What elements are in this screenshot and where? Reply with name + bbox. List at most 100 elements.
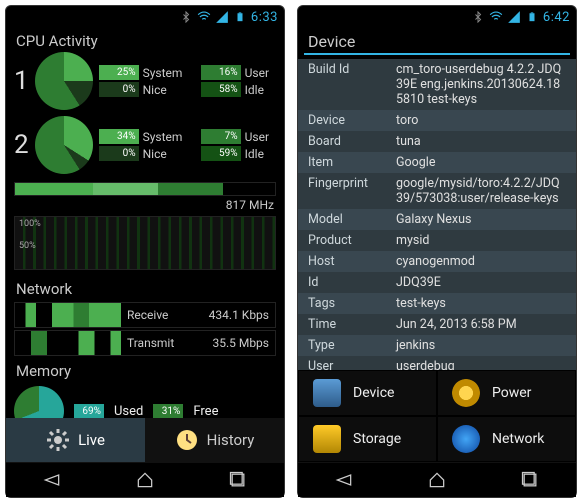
cpu-core-row: 1 25% System 16% User 0% Nice 58% Idle [6,52,284,116]
transmit-sparkline [15,331,121,355]
wifi-icon [489,10,503,24]
bluetooth-icon [471,10,485,24]
row-value: cm_toro-userdebug 4.2.2 JDQ39E eng.jenki… [396,62,566,107]
grid-network-button[interactable]: Network [437,416,576,462]
clock: 6:33 [251,10,278,25]
grid-network-label: Network [492,431,544,447]
table-row: Tagstest-keys [298,293,576,314]
table-row: ModelGalaxy Nexus [298,209,576,230]
cpu-pie-2 [35,116,93,174]
cpu-pie-1 [35,52,93,110]
system-chip: 34% [99,129,139,144]
status-bar: 6:33 [6,6,284,28]
row-key: Build Id [308,62,396,107]
grid-power-button[interactable]: Power [437,370,576,416]
row-key: Model [308,212,396,227]
signal-icon [507,10,521,24]
transmit-label: Transmit [121,336,195,350]
grid-power-label: Power [492,385,531,401]
nice-label: Nice [143,83,197,97]
clock: 6:42 [543,10,570,25]
cpu-core-row: 2 34% System 7% User 0% Nice 59% Idle [6,116,284,180]
signal-icon [215,10,229,24]
cpu-freq-bar [14,182,276,196]
phone-live-view: 6:33 CPU Activity 1 25% System 16% User … [5,5,285,498]
user-label: User [245,66,284,80]
live-content[interactable]: CPU Activity 1 25% System 16% User 0% Ni… [6,28,284,464]
idle-label: Idle [245,147,284,161]
device-section-title: Device [304,28,570,55]
table-row: ItemGoogle [298,152,576,173]
tab-live[interactable]: Live [6,418,145,462]
table-row: Typejenkins [298,335,576,356]
idle-chip: 58% [201,82,241,97]
grid-device-button[interactable]: Device [298,370,437,416]
cpu-section-title: CPU Activity [6,28,284,52]
nav-back-button[interactable] [31,467,73,493]
row-key: Fingerprint [308,176,396,206]
network-transmit-row: Transmit 35.5 Mbps [14,330,276,356]
row-key: Time [308,317,396,332]
table-row: Boardtuna [298,131,576,152]
system-chip: 25% [99,65,139,80]
nav-recent-button[interactable] [509,467,551,493]
row-key: Device [308,113,396,128]
row-key: Tags [308,296,396,311]
table-row: Productmysid [298,230,576,251]
row-value: jenkins [396,338,566,353]
table-row: Devicetoro [298,110,576,131]
idle-label: Idle [245,83,284,97]
cpu-freq-value: 817 MHz [6,198,284,216]
cpu-legend-2: 34% System 7% User 0% Nice 59% Idle [99,129,284,161]
grid-storage-button[interactable]: Storage [298,416,437,462]
row-value: test-keys [396,296,566,311]
row-key: Board [308,134,396,149]
system-label: System [143,130,197,144]
grid-device-label: Device [353,385,394,401]
network-section-title: Network [6,276,284,300]
row-key: Item [308,155,396,170]
nav-home-button[interactable] [124,467,166,493]
table-row: Fingerprintgoogle/mysid/toro:4.2.2/JDQ39… [298,173,576,209]
phone-device-info: 6:42 Device Build Idcm_toro-userdebug 4.… [297,5,577,498]
tab-live-label: Live [78,431,105,449]
cpu-legend-1: 25% System 16% User 0% Nice 58% Idle [99,65,284,97]
core-number: 2 [14,130,29,160]
user-chip: 16% [201,65,241,80]
system-label: System [143,66,197,80]
row-value: tuna [396,134,566,149]
gear-icon [46,428,70,452]
table-row: Hostcyanogenmod [298,251,576,272]
row-key: Product [308,233,396,248]
globe-icon [452,425,480,453]
graph-label-100: 100% [19,219,41,229]
grid-storage-label: Storage [353,431,401,447]
idle-chip: 59% [201,146,241,161]
row-key: Id [308,275,396,290]
network-receive-row: Receive 434.1 Kbps [14,302,276,328]
cpu-history-graph: 100% 50% [14,216,276,270]
free-chip: 31% [153,404,183,419]
row-value: Galaxy Nexus [396,212,566,227]
table-row: TimeJun 24, 2013 6:58 PM [298,314,576,335]
core-number: 1 [14,66,29,96]
nav-recent-button[interactable] [217,467,259,493]
bottom-grid: Device Power Storage Network [298,370,576,462]
receive-sparkline [15,303,121,327]
receive-label: Receive [121,308,195,322]
row-value: google/mysid/toro:4.2.2/JDQ39/573038:use… [396,176,566,206]
row-value: JDQ39E [396,275,566,290]
nav-home-button[interactable] [416,467,458,493]
row-value: cyanogenmod [396,254,566,269]
row-key: Type [308,338,396,353]
wifi-icon [197,10,211,24]
row-value: Google [396,155,566,170]
nav-back-button[interactable] [323,467,365,493]
tab-history[interactable]: History [145,418,284,462]
device-icon [313,379,341,407]
clock-icon [175,428,199,452]
free-label: Free [193,404,218,419]
status-bar: 6:42 [298,6,576,28]
bottom-tabs: Live History [6,418,284,462]
graph-label-50: 50% [19,241,36,251]
